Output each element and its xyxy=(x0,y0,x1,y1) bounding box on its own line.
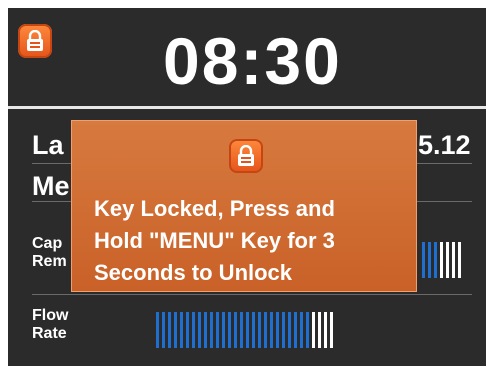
gauge-bar-white xyxy=(330,312,333,348)
gauge-bar-blue xyxy=(210,312,213,348)
capacity-label-line1: Cap xyxy=(32,235,63,252)
capacity-label: Cap Rem xyxy=(32,235,67,272)
capacity-gauge xyxy=(422,242,461,278)
dialog-line3: Seconds to Unlock xyxy=(94,260,293,285)
gauge-bar-blue xyxy=(186,312,189,348)
gauge-bar-white xyxy=(324,312,327,348)
gauge-bar-white xyxy=(312,312,315,348)
dialog-message: Key Locked, Press and Hold "MENU" Key fo… xyxy=(94,193,404,289)
key-locked-dialog: Key Locked, Press and Hold "MENU" Key fo… xyxy=(71,120,417,292)
gauge-bar-white xyxy=(446,242,449,278)
gauge-bar-white xyxy=(318,312,321,348)
gauge-bar-blue xyxy=(252,312,255,348)
gauge-bar-blue xyxy=(300,312,303,348)
dialog-line1: Key Locked, Press and xyxy=(94,196,335,221)
dialog-lock-icon xyxy=(229,139,263,173)
gauge-bar-blue xyxy=(198,312,201,348)
gauge-bar-blue xyxy=(234,312,237,348)
gauge-bar-blue xyxy=(240,312,243,348)
gauge-bar-blue xyxy=(422,242,425,278)
gauge-bar-white xyxy=(458,242,461,278)
gauge-bar-blue xyxy=(156,312,159,348)
clock-time: 08:30 xyxy=(163,24,342,98)
gauge-bar-blue xyxy=(168,312,171,348)
gauge-bar-blue xyxy=(264,312,267,348)
gauge-bar-blue xyxy=(288,312,291,348)
capacity-label-line2: Rem xyxy=(32,253,67,271)
header-divider xyxy=(8,106,486,109)
gauge-bar-blue xyxy=(204,312,207,348)
flow-label-line1: Flow xyxy=(32,307,69,324)
gauge-bar-white xyxy=(452,242,455,278)
lock-button[interactable] xyxy=(18,24,52,58)
gauge-bar-blue xyxy=(216,312,219,348)
gauge-bar-blue xyxy=(222,312,225,348)
gauge-bar-blue xyxy=(192,312,195,348)
gauge-bar-blue xyxy=(306,312,309,348)
gauge-bar-blue xyxy=(174,312,177,348)
padlock-icon xyxy=(238,145,254,166)
row1-value: 5.12 xyxy=(418,130,471,160)
row2-label: Me xyxy=(32,171,70,201)
flow-label-line2: Rate xyxy=(32,325,67,343)
row-separator xyxy=(32,294,472,295)
gauge-bar-blue xyxy=(246,312,249,348)
gauge-bar-blue xyxy=(434,242,437,278)
device-screen: 08:30 La 5.12 Me Cap Rem Flow Rate Key L… xyxy=(8,8,486,366)
gauge-bar-blue xyxy=(294,312,297,348)
gauge-bar-blue xyxy=(428,242,431,278)
padlock-icon xyxy=(27,30,43,51)
gauge-bar-blue xyxy=(276,312,279,348)
row1-label: La xyxy=(32,130,64,160)
flow-rate-gauge xyxy=(156,312,333,348)
gauge-bar-blue xyxy=(282,312,285,348)
gauge-bar-blue xyxy=(258,312,261,348)
gauge-bar-blue xyxy=(162,312,165,348)
gauge-bar-white xyxy=(440,242,443,278)
gauge-bar-blue xyxy=(180,312,183,348)
gauge-bar-blue xyxy=(228,312,231,348)
gauge-bar-blue xyxy=(270,312,273,348)
flow-rate-label: Flow Rate xyxy=(32,307,68,344)
dialog-line2: Hold "MENU" Key for 3 xyxy=(94,228,335,253)
